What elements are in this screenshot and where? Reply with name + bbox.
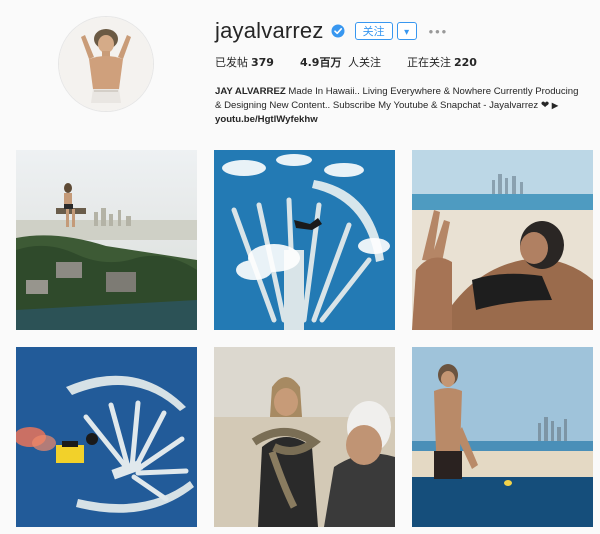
posts-count[interactable]: 已发帖 379 [215, 54, 274, 70]
post-tile[interactable] [214, 150, 395, 330]
bio: JAY ALVARREZ Made In Hawaii.. Living Eve… [215, 85, 585, 127]
post-tile[interactable] [412, 347, 593, 527]
username: jayalvarrez [215, 18, 324, 43]
chevron-down-icon[interactable]: ▾ [396, 22, 417, 40]
verified-badge-icon [331, 24, 345, 38]
post-image-palm-jetpack [16, 347, 197, 527]
avatar[interactable] [59, 17, 153, 111]
post-tile[interactable] [412, 150, 593, 330]
post-tile[interactable] [16, 347, 197, 527]
post-image-desert-snake [214, 347, 395, 527]
follow-button[interactable]: 关注 [354, 22, 393, 40]
play-icon: ▶ [551, 101, 559, 110]
heart-icon: ❤ [540, 100, 550, 111]
post-image-beach-selfie [412, 150, 593, 330]
post-tile[interactable] [214, 347, 395, 527]
more-options-icon[interactable]: ••• [429, 24, 449, 39]
followers-count-value: 4.9百万 [299, 56, 342, 69]
following-count-value: 220 [453, 56, 477, 69]
posts-count-label: 已发帖 [215, 56, 248, 69]
followers-count[interactable]: 4.9百万 人关注 [300, 54, 381, 70]
posts-grid [16, 150, 593, 534]
followers-count-label: 人关注 [347, 56, 381, 69]
bio-link-text: youtu.be/HgtlWyfekhw [215, 114, 318, 125]
following-count[interactable]: 正在关注 220 [407, 54, 477, 70]
following-count-label: 正在关注 [406, 56, 451, 69]
post-image-palm-aerial [214, 150, 395, 330]
post-image-infinity-pool [412, 347, 593, 527]
post-image-cliff-city [16, 150, 197, 330]
profile-info: jayalvarrez 关注 ▾ ••• 已发帖 379 4.9百万 人关注 正在… [215, 16, 585, 127]
bio-name: JAY ALVARREZ [215, 86, 286, 97]
name-row: jayalvarrez 关注 ▾ ••• [215, 16, 585, 46]
post-tile[interactable] [16, 150, 197, 330]
profile-page: jayalvarrez 关注 ▾ ••• 已发帖 379 4.9百万 人关注 正在… [0, 0, 600, 534]
posts-count-value: 379 [251, 56, 274, 69]
stats-row: 已发帖 379 4.9百万 人关注 正在关注 220 [215, 54, 585, 70]
